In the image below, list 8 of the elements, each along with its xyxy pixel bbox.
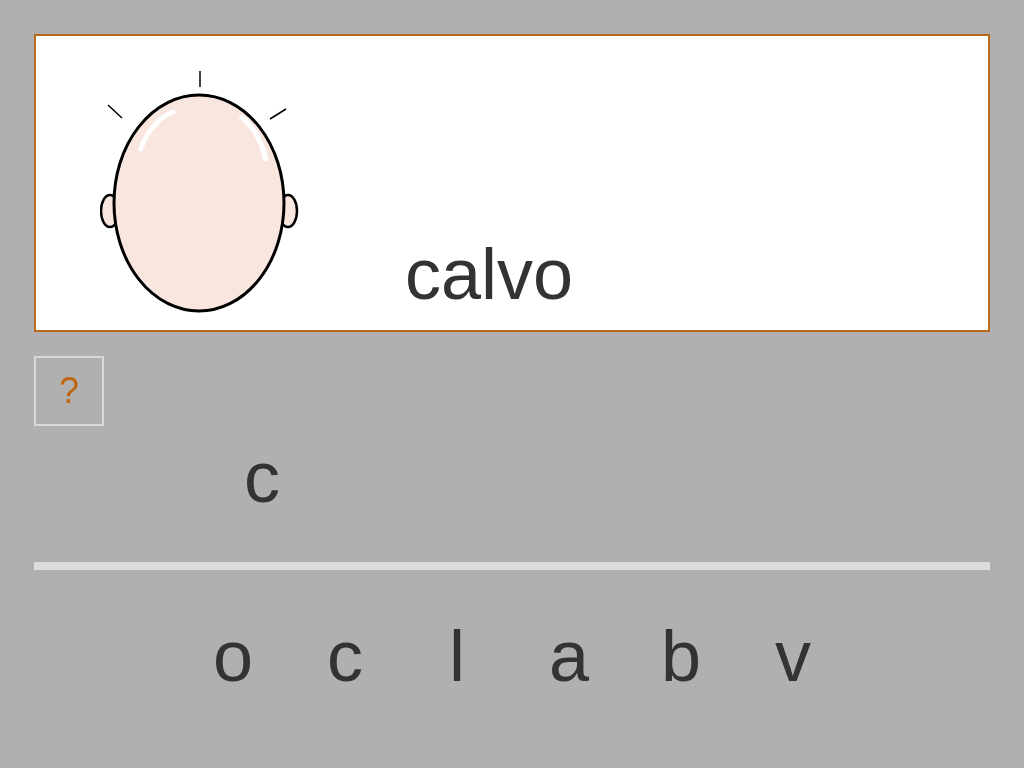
word-label: calvo — [405, 238, 574, 310]
letter-tile[interactable]: c — [289, 620, 401, 692]
letter-tile[interactable]: l — [401, 620, 513, 692]
letter-tile[interactable]: a — [513, 620, 625, 692]
answer-letter: c — [243, 441, 281, 513]
letter-tile[interactable]: b — [625, 620, 737, 692]
letter-tile[interactable]: o — [177, 620, 289, 692]
letter-tile[interactable]: v — [737, 620, 849, 692]
